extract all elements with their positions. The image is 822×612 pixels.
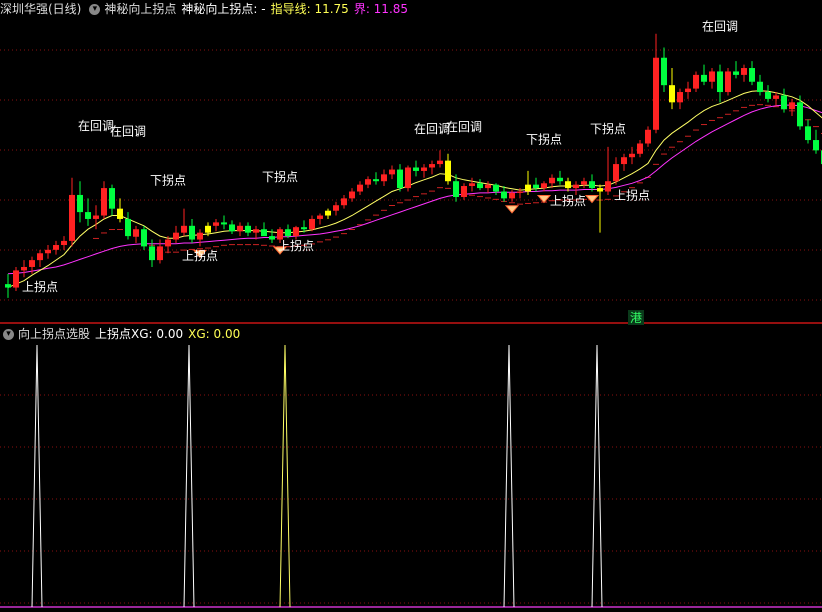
up-xg-value: 上拐点XG: 0.00 — [95, 327, 184, 341]
sub-chart[interactable] — [0, 0, 822, 612]
spike-mark — [591, 344, 603, 608]
spike-mark — [279, 344, 291, 608]
guide-line-value: 指导线: 11.75 — [270, 2, 349, 16]
main-header: 深圳华强(日线) ▾ 神秘向上拐点 神秘向上拐点: - 指导线: 11.75 界… — [0, 0, 413, 18]
sub-indicator-name[interactable]: 向上拐点选股 — [18, 325, 90, 343]
bound-line-value: 界: 11.85 — [353, 2, 409, 16]
xg-value: XG: 0.00 — [188, 327, 241, 341]
spike-mark — [503, 344, 515, 608]
spike-mark — [31, 344, 43, 608]
indicator-name[interactable]: 神秘向上拐点 — [104, 0, 176, 18]
spike-mark — [183, 344, 195, 608]
indicator-value: 神秘向上拐点: - — [181, 2, 266, 16]
sub-indicator-menu-icon[interactable]: ▾ — [3, 328, 14, 340]
stock-title[interactable]: 深圳华强(日线) — [0, 0, 81, 18]
indicator-menu-icon[interactable]: ▾ — [89, 3, 101, 15]
sub-header: ▾ 向上拐点选股 上拐点XG: 0.00 XG: 0.00 — [0, 325, 245, 343]
